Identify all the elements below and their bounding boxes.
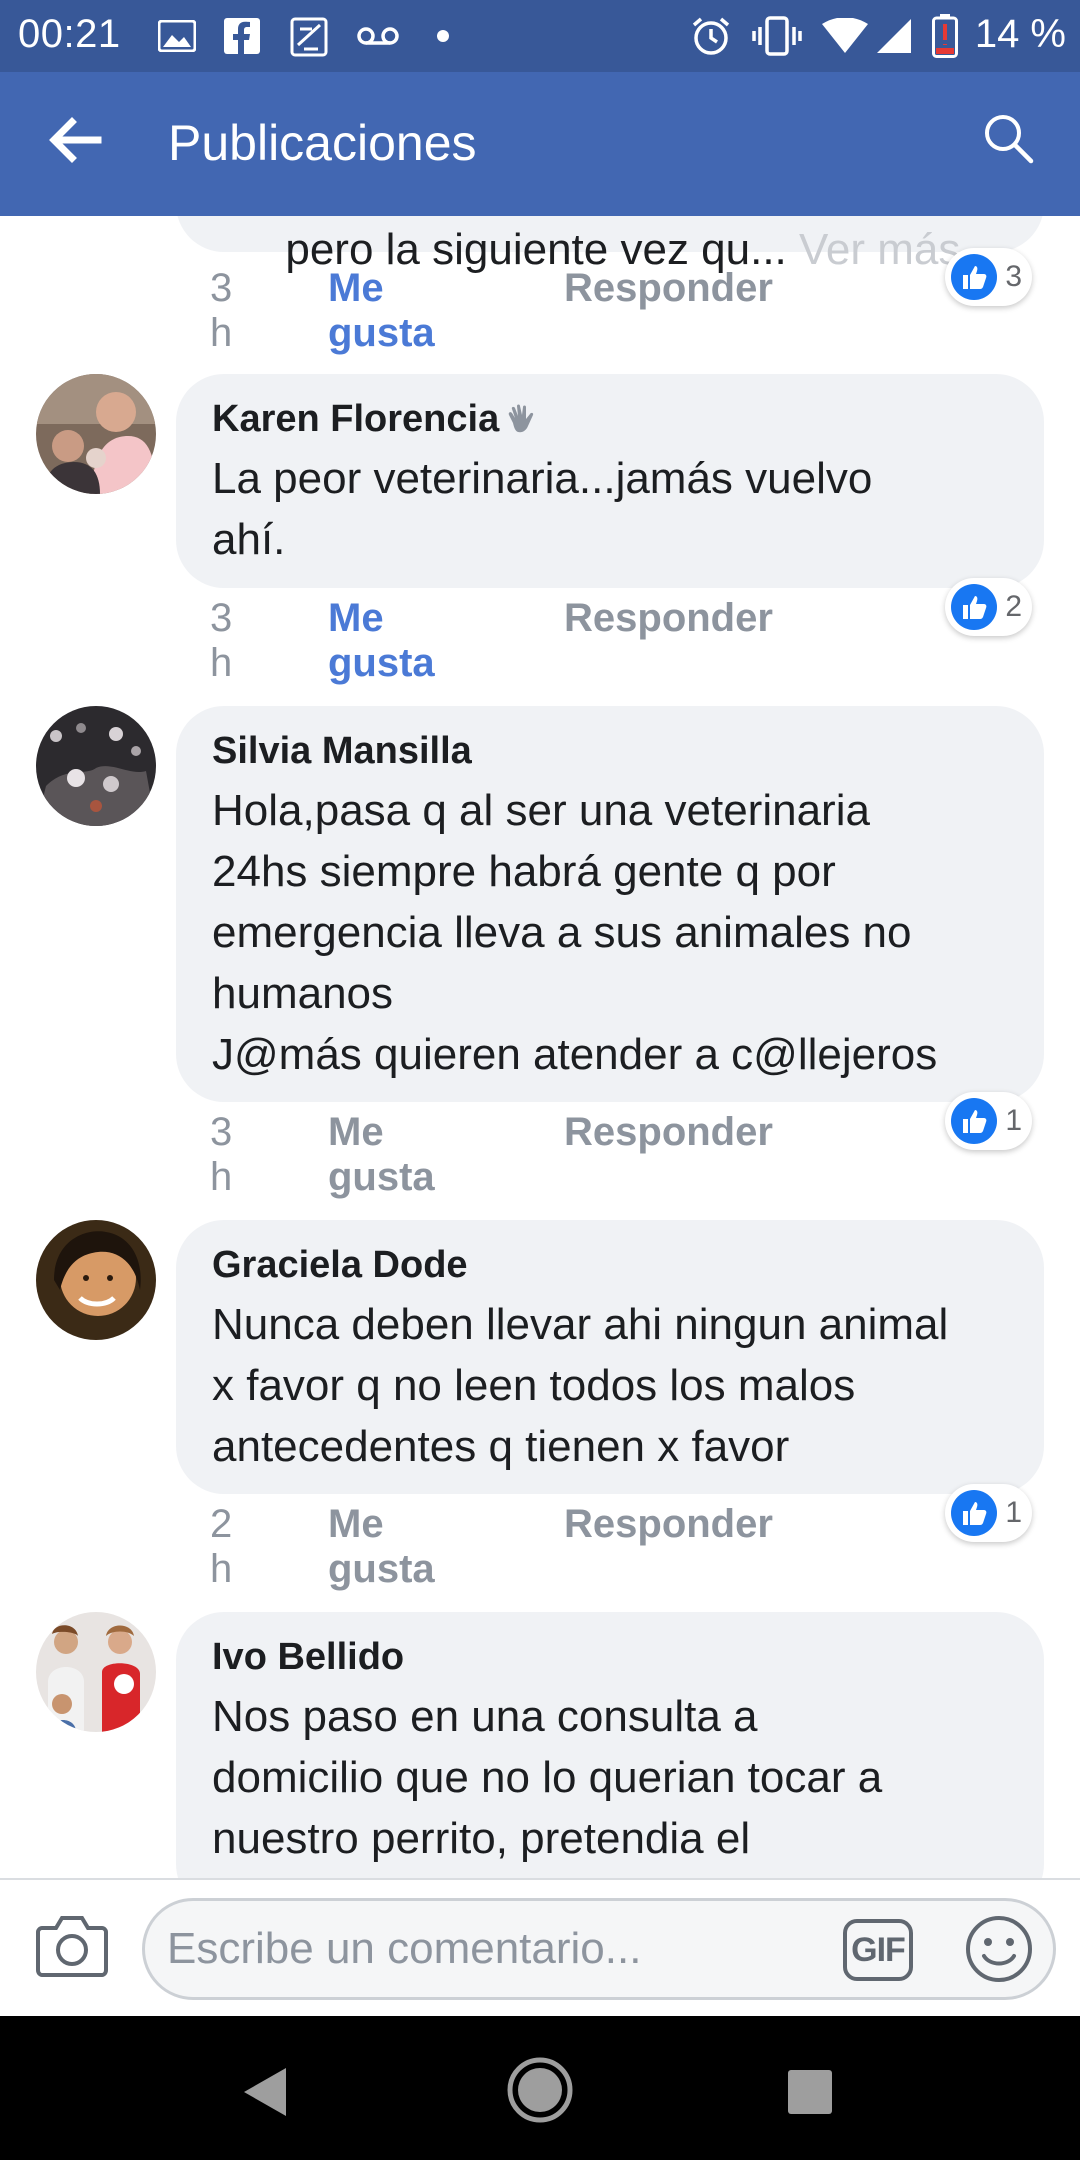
- comment-bubble[interactable]: Ivo Bellido Nos paso en una consulta a d…: [176, 1612, 1044, 1878]
- thumbs-up-icon: [951, 1490, 998, 1536]
- reply-button[interactable]: Responder: [564, 266, 773, 311]
- nav-back-button[interactable]: [240, 2064, 290, 2125]
- comment-time: 3 h: [210, 1110, 233, 1199]
- reaction-number: 2: [1005, 590, 1022, 623]
- thumbs-up-icon: [951, 1098, 998, 1144]
- thumbs-up-icon: [951, 584, 998, 630]
- alarm-icon: [690, 16, 732, 56]
- avatar[interactable]: [36, 1220, 156, 1340]
- reaction-number: 3: [1005, 260, 1022, 293]
- like-button[interactable]: Me gusta: [328, 266, 435, 356]
- see-more-link[interactable]: Ver más: [799, 225, 960, 274]
- gallery-icon: [158, 16, 196, 56]
- comments-list[interactable]: pero la siguiente vez qu... Ver más 3 h …: [0, 216, 1080, 1878]
- comment-text: Nunca deben llevar ahi ningun animal x f…: [212, 1300, 949, 1471]
- search-icon: [985, 115, 1034, 164]
- reaction-count[interactable]: 1: [945, 1092, 1032, 1150]
- nav-recents-button[interactable]: [786, 2068, 834, 2121]
- comment-input[interactable]: [142, 1898, 1056, 2000]
- search-button[interactable]: [982, 112, 1046, 176]
- reaction-number: 1: [1005, 1496, 1022, 1529]
- comment-text: La peor veterinaria...jamás vuelvo ahí.: [212, 454, 873, 564]
- voicemail-icon: [356, 16, 400, 56]
- reply-button[interactable]: Responder: [564, 1110, 773, 1155]
- dot-icon: [436, 16, 450, 56]
- reply-button[interactable]: Responder: [564, 1502, 773, 1547]
- comment-text: Hola,pasa q al ser una veterinaria 24hs …: [212, 786, 938, 1079]
- comment-bubble[interactable]: Silvia Mansilla Hola,pasa q al ser una v…: [176, 706, 1044, 1102]
- app-icon: [290, 16, 328, 57]
- emoji-icon: [966, 1916, 1032, 1982]
- comment-bubble[interactable]: pero la siguiente vez qu... Ver más: [176, 216, 1044, 274]
- comment-author[interactable]: Ivo Bellido: [212, 1634, 404, 1680]
- thumbs-up-icon: [951, 254, 998, 300]
- status-bar: 00:21 14 %: [0, 0, 1080, 72]
- wave-hand-icon: [505, 401, 541, 437]
- nav-back-icon: [244, 2068, 286, 2116]
- comment-composer: GIF: [0, 1878, 1080, 2018]
- battery-low-icon: [932, 14, 958, 58]
- comment-time: 3 h: [210, 266, 233, 355]
- nav-home-button[interactable]: [504, 2054, 576, 2131]
- avatar[interactable]: [36, 374, 156, 494]
- comment-time: 3 h: [210, 596, 233, 685]
- comment-text: Nos paso en una consulta a domicilio que…: [212, 1692, 883, 1863]
- avatar[interactable]: [36, 706, 156, 826]
- reaction-number: 1: [1005, 1104, 1022, 1137]
- nav-recents-icon: [788, 2070, 832, 2114]
- comment-time: 2 h: [210, 1502, 233, 1591]
- avatar[interactable]: [36, 1612, 156, 1732]
- reaction-count[interactable]: 3: [945, 248, 1032, 306]
- comment-author[interactable]: Karen Florencia: [212, 396, 499, 442]
- like-button[interactable]: Me gusta: [328, 596, 435, 686]
- emoji-button[interactable]: [964, 1914, 1034, 1984]
- wifi-icon: [822, 16, 868, 56]
- navigation-bar: [0, 2016, 1080, 2160]
- app-bar: Publicaciones: [0, 72, 1080, 216]
- signal-icon: [876, 16, 912, 56]
- camera-button[interactable]: [36, 1912, 108, 1978]
- gif-label: GIF: [851, 1931, 906, 1969]
- like-button[interactable]: Me gusta: [328, 1110, 435, 1200]
- reply-button[interactable]: Responder: [564, 596, 773, 641]
- status-time: 00:21: [18, 12, 121, 56]
- arrow-left-icon: [49, 117, 102, 163]
- back-button[interactable]: [46, 112, 126, 176]
- comment-bubble[interactable]: Graciela Dode Nunca deben llevar ahi nin…: [176, 1220, 1044, 1494]
- facebook-icon: [224, 16, 260, 56]
- comment-bubble[interactable]: Karen Florencia La peor veterinaria...ja…: [176, 374, 1044, 588]
- comment-author[interactable]: Silvia Mansilla: [212, 728, 472, 774]
- gif-button[interactable]: GIF: [842, 1918, 914, 1982]
- like-button[interactable]: Me gusta: [328, 1502, 435, 1592]
- vibrate-icon: [752, 16, 802, 56]
- page-title: Publicaciones: [168, 115, 477, 171]
- reaction-count[interactable]: 2: [945, 578, 1032, 636]
- reaction-count[interactable]: 1: [945, 1484, 1032, 1542]
- nav-home-icon: [507, 2057, 573, 2123]
- battery-level: 14 %: [974, 12, 1066, 56]
- comment-author[interactable]: Graciela Dode: [212, 1242, 468, 1288]
- camera-icon: [36, 1916, 108, 1977]
